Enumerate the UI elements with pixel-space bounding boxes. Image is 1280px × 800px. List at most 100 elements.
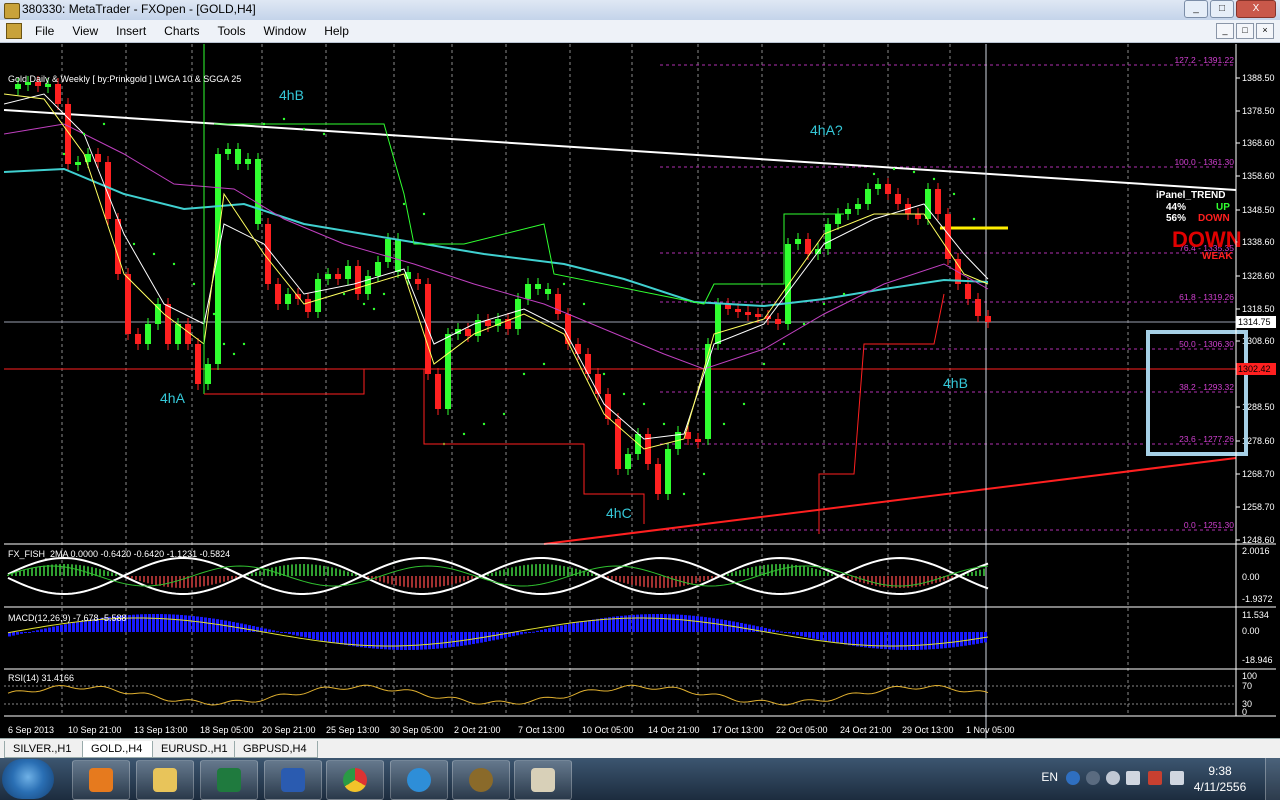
taskbar-file-explorer[interactable] bbox=[136, 760, 194, 800]
ipanel-up-pct: 44% bbox=[1166, 202, 1186, 213]
macd-histogram-bar bbox=[456, 632, 459, 647]
chart-restore-button[interactable]: □ bbox=[1236, 23, 1254, 39]
taskbar-paint[interactable] bbox=[514, 760, 572, 800]
language-indicator[interactable]: EN bbox=[1041, 770, 1058, 784]
macd-histogram-bar bbox=[68, 623, 71, 632]
tab-gbpusd-h4[interactable]: GBPUSD,H4 bbox=[234, 741, 318, 758]
macd-histogram-bar bbox=[268, 629, 271, 632]
wave-label-4hb-top: 4hB bbox=[279, 87, 304, 103]
macd-scale-mid: 0.00 bbox=[1242, 626, 1260, 636]
macd-histogram-bar bbox=[308, 632, 311, 639]
macd-histogram-bar bbox=[396, 632, 399, 650]
macd-histogram-bar bbox=[504, 632, 507, 638]
sar-dot bbox=[152, 252, 156, 256]
chart-window-icon[interactable] bbox=[6, 23, 22, 39]
menu-insert[interactable]: Insert bbox=[107, 23, 155, 39]
taskbar-metatrader[interactable] bbox=[452, 760, 510, 800]
price-chart-svg[interactable]: 1388.50 1378.50 1368.60 1358.60 1348.50 1338.… bbox=[3, 44, 1276, 738]
candle-body bbox=[265, 224, 271, 284]
macd-histogram-bar bbox=[444, 632, 447, 648]
macd-histogram-bar bbox=[160, 614, 163, 632]
time-axis-label: 13 Sep 13:00 bbox=[134, 725, 188, 735]
chart-minimize-button[interactable]: _ bbox=[1216, 23, 1234, 39]
macd-histogram-bar bbox=[244, 624, 247, 632]
clock-date[interactable]: 4/11/2556 bbox=[1190, 780, 1250, 794]
macd-histogram-bar bbox=[920, 632, 923, 650]
candle-body bbox=[15, 84, 21, 89]
macd-histogram-bar bbox=[544, 629, 547, 632]
volume-muted-icon[interactable] bbox=[1148, 771, 1162, 785]
network-icon[interactable] bbox=[1170, 771, 1184, 785]
macd-histogram-bar bbox=[220, 619, 223, 632]
time-axis-label: 17 Oct 13:00 bbox=[712, 725, 764, 735]
menu-charts[interactable]: Charts bbox=[155, 23, 208, 39]
candle-body bbox=[325, 274, 331, 279]
close-button[interactable]: X bbox=[1236, 0, 1276, 18]
macd-histogram-bar bbox=[400, 632, 403, 650]
candle-body bbox=[95, 154, 101, 162]
red-trendline[interactable] bbox=[543, 457, 1237, 545]
candle-body bbox=[835, 214, 841, 224]
rsi-scale-0: 0 bbox=[1242, 707, 1247, 717]
candle-body bbox=[625, 454, 631, 469]
candle-body bbox=[165, 304, 171, 344]
macd-histogram-bar bbox=[180, 614, 183, 632]
show-desktop-button[interactable] bbox=[1265, 758, 1280, 800]
menu-file[interactable]: File bbox=[26, 23, 63, 39]
maximize-button[interactable]: □ bbox=[1210, 0, 1234, 18]
tab-eurusd-h1[interactable]: EURUSD.,H1 bbox=[152, 741, 238, 758]
start-button[interactable] bbox=[2, 759, 54, 799]
macd-histogram-bar bbox=[144, 614, 147, 632]
white-trendline[interactable] bbox=[3, 109, 1237, 191]
sar-dot bbox=[582, 302, 586, 306]
menu-view[interactable]: View bbox=[63, 23, 107, 39]
taskbar-excel[interactable] bbox=[200, 760, 258, 800]
price-scale-label: 1268.70 bbox=[1242, 469, 1275, 479]
candle-body bbox=[575, 344, 581, 354]
sar-dot bbox=[912, 170, 916, 174]
sar-dot bbox=[972, 217, 976, 221]
macd-histogram-bar bbox=[800, 632, 803, 637]
macd-histogram-bar bbox=[796, 632, 799, 636]
macd-histogram-bar bbox=[40, 629, 43, 632]
price-scale-label: 1388.50 bbox=[1242, 73, 1275, 83]
ma-cyan-line bbox=[3, 167, 989, 308]
macd-histogram-bar bbox=[916, 632, 919, 650]
macd-histogram-bar bbox=[324, 632, 327, 642]
time-axis-label: 18 Sep 05:00 bbox=[200, 725, 254, 735]
macd-histogram-bar bbox=[192, 616, 195, 632]
taskbar-word[interactable] bbox=[264, 760, 322, 800]
sar-dot bbox=[62, 152, 66, 156]
sar-dot bbox=[342, 292, 346, 296]
sar-dot bbox=[482, 422, 486, 426]
tray-up-arrow-icon[interactable] bbox=[1106, 771, 1120, 785]
tab-gold-h4[interactable]: GOLD.,H4 bbox=[82, 741, 158, 758]
help-icon[interactable] bbox=[1066, 771, 1080, 785]
macd-histogram-bar bbox=[704, 617, 707, 632]
sar-dot bbox=[722, 422, 726, 426]
macd-histogram-bar bbox=[596, 618, 599, 632]
macd-histogram-bar bbox=[888, 632, 891, 650]
clock-time[interactable]: 9:38 bbox=[1190, 764, 1250, 778]
chart-area[interactable]: 1388.50 1378.50 1368.60 1358.60 1348.50 1338.… bbox=[3, 44, 1276, 738]
taskbar-media-player[interactable] bbox=[72, 760, 130, 800]
macd-histogram-bar bbox=[52, 626, 55, 632]
ipanel-down-pct: 56% bbox=[1166, 213, 1186, 224]
macd-histogram-bar bbox=[748, 624, 751, 632]
sar-dot bbox=[232, 352, 236, 356]
chart-close-button[interactable]: × bbox=[1256, 23, 1274, 39]
sar-dot bbox=[102, 122, 106, 126]
macd-histogram-bar bbox=[12, 632, 15, 636]
candle-body bbox=[535, 284, 541, 289]
menu-tools[interactable]: Tools bbox=[209, 23, 255, 39]
taskbar-internet-explorer[interactable] bbox=[390, 760, 448, 800]
taskbar-chrome[interactable] bbox=[326, 760, 384, 800]
tab-silver-h1[interactable]: SILVER.,H1 bbox=[4, 741, 88, 758]
minimize-button[interactable]: _ bbox=[1184, 0, 1208, 18]
action-center-flag-icon[interactable] bbox=[1126, 771, 1140, 785]
keyboard-icon[interactable] bbox=[1086, 771, 1100, 785]
menu-help[interactable]: Help bbox=[315, 23, 358, 39]
menu-window[interactable]: Window bbox=[255, 23, 316, 39]
candle-body bbox=[875, 184, 881, 189]
macd-histogram-bar bbox=[412, 632, 415, 650]
